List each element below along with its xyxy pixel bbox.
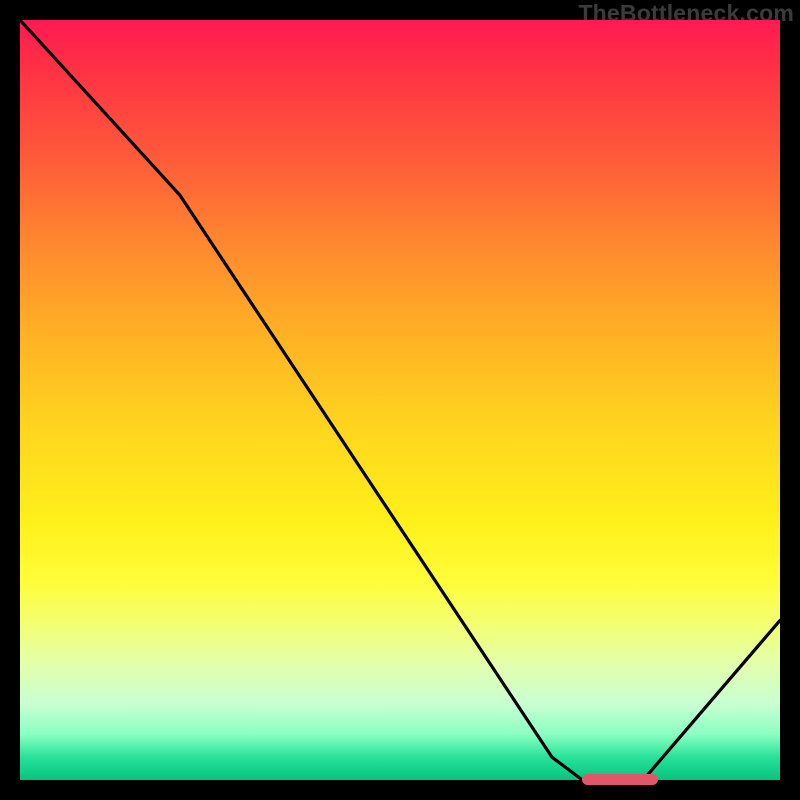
bottleneck-curve bbox=[20, 20, 780, 780]
optimum-range-marker bbox=[582, 774, 658, 785]
chart-frame: TheBottleneck.com bbox=[0, 0, 800, 800]
chart-curve-layer bbox=[20, 20, 780, 780]
chart-plot-area bbox=[20, 20, 780, 780]
